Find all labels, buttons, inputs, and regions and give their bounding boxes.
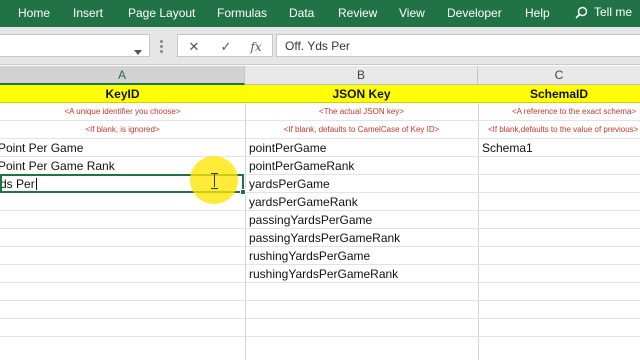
tab-view[interactable]: View bbox=[399, 6, 425, 20]
cell-b[interactable]: yardsPerGameRank bbox=[245, 193, 478, 210]
table-row: yardsPerGameRank bbox=[0, 193, 640, 211]
header-row: KeyID JSON Key SchemaID bbox=[0, 85, 640, 103]
table-row: rushingYardsPerGame bbox=[0, 247, 640, 265]
header-cell-json-key[interactable]: JSON Key bbox=[245, 85, 478, 102]
note-cell[interactable]: <If blank, defaults to CamelCase of Key … bbox=[245, 121, 478, 138]
cell-c[interactable]: Schema1 bbox=[478, 139, 640, 156]
tab-developer[interactable]: Developer bbox=[447, 6, 502, 20]
cell-b[interactable]: rushingYardsPerGameRank bbox=[245, 265, 478, 282]
formula-input[interactable]: Off. Yds Per bbox=[276, 34, 640, 57]
cell-c[interactable] bbox=[478, 319, 640, 336]
name-box[interactable] bbox=[0, 34, 150, 57]
column-header-c[interactable]: C bbox=[478, 66, 640, 85]
ribbon-tab-bar: Home Insert Page Layout Formulas Data Re… bbox=[0, 0, 640, 27]
note-cell[interactable]: <If blank, is ignored> bbox=[0, 121, 245, 138]
note-cell[interactable]: <A reference to the exact schema> bbox=[478, 103, 640, 120]
table-row bbox=[0, 319, 640, 337]
cell-a[interactable] bbox=[0, 211, 245, 228]
cell-c[interactable] bbox=[478, 247, 640, 264]
cell-b[interactable] bbox=[245, 319, 478, 336]
table-row: Point Per Game Rank pointPerGameRank bbox=[0, 157, 640, 175]
column-header-b[interactable]: B bbox=[245, 66, 478, 85]
cell-c[interactable] bbox=[478, 175, 640, 192]
table-row: Point Per Game pointPerGame Schema1 bbox=[0, 139, 640, 157]
table-row: passingYardsPerGame bbox=[0, 211, 640, 229]
note-cell[interactable]: <If blank,defaults to the value of previ… bbox=[478, 121, 640, 138]
tab-help[interactable]: Help bbox=[525, 6, 550, 20]
cell-c[interactable] bbox=[478, 283, 640, 300]
note-cell[interactable]: <A unique identifier you choose> bbox=[0, 103, 245, 120]
tell-me-search[interactable]: Tell me bbox=[575, 5, 632, 19]
chevron-down-icon[interactable] bbox=[134, 50, 142, 55]
cancel-icon[interactable]: ✕ bbox=[184, 38, 204, 55]
enter-icon[interactable]: ✓ bbox=[216, 38, 236, 55]
cell-c[interactable] bbox=[478, 193, 640, 210]
cell-c[interactable] bbox=[478, 211, 640, 228]
cell-c[interactable] bbox=[478, 157, 640, 174]
tell-me-label: Tell me bbox=[594, 5, 633, 19]
cell-a[interactable] bbox=[0, 247, 245, 264]
cell-b[interactable]: pointPerGame bbox=[245, 139, 478, 156]
cell-c[interactable] bbox=[478, 229, 640, 246]
lightbulb-search-icon bbox=[575, 6, 588, 19]
column-header-a[interactable]: A bbox=[0, 66, 245, 85]
cell-b[interactable] bbox=[245, 301, 478, 318]
tab-page-layout[interactable]: Page Layout bbox=[128, 6, 195, 20]
cell-b[interactable]: pointPerGameRank bbox=[245, 157, 478, 174]
table-row: rushingYardsPerGameRank bbox=[0, 265, 640, 283]
table-row bbox=[0, 283, 640, 301]
tab-formulas[interactable]: Formulas bbox=[217, 6, 267, 20]
text-cursor-icon bbox=[211, 173, 219, 189]
table-row: passingYardsPerGameRank bbox=[0, 229, 640, 247]
cell-a[interactable] bbox=[0, 265, 245, 282]
tab-insert[interactable]: Insert bbox=[73, 6, 103, 20]
cell-a[interactable] bbox=[0, 301, 245, 318]
cell-b[interactable]: yardsPerGame bbox=[245, 175, 478, 192]
tab-data[interactable]: Data bbox=[289, 6, 314, 20]
formula-bar: ✕ ✓ fx Off. Yds Per bbox=[0, 27, 640, 65]
cell-b[interactable]: passingYardsPerGame bbox=[245, 211, 478, 228]
fill-handle[interactable] bbox=[240, 189, 246, 195]
cell-b[interactable]: passingYardsPerGameRank bbox=[245, 229, 478, 246]
cell-b[interactable]: rushingYardsPerGame bbox=[245, 247, 478, 264]
table-row bbox=[0, 301, 640, 319]
cell-a[interactable] bbox=[0, 319, 245, 336]
header-cell-keyid[interactable]: KeyID bbox=[0, 85, 245, 102]
worksheet-grid: KeyID JSON Key SchemaID <A unique identi… bbox=[0, 85, 640, 360]
cell-a[interactable] bbox=[0, 283, 245, 300]
cell-a[interactable] bbox=[0, 229, 245, 246]
cell-a[interactable]: Point Per Game bbox=[0, 139, 245, 156]
cell-b[interactable] bbox=[245, 283, 478, 300]
note-row: <If blank, is ignored> <If blank, defaul… bbox=[0, 121, 640, 139]
more-options-icon[interactable] bbox=[160, 40, 164, 54]
tab-home[interactable]: Home bbox=[18, 6, 50, 20]
cell-c[interactable] bbox=[478, 301, 640, 318]
formula-buttons: ✕ ✓ fx bbox=[177, 34, 273, 57]
column-headers: A B C bbox=[0, 66, 640, 85]
note-cell[interactable]: <The actual JSON key> bbox=[245, 103, 478, 120]
tab-review[interactable]: Review bbox=[338, 6, 377, 20]
note-row: <A unique identifier you choose> <The ac… bbox=[0, 103, 640, 121]
insert-function-icon[interactable]: fx bbox=[246, 38, 266, 55]
cell-c[interactable] bbox=[478, 265, 640, 282]
header-cell-schemaid[interactable]: SchemaID bbox=[478, 85, 640, 102]
